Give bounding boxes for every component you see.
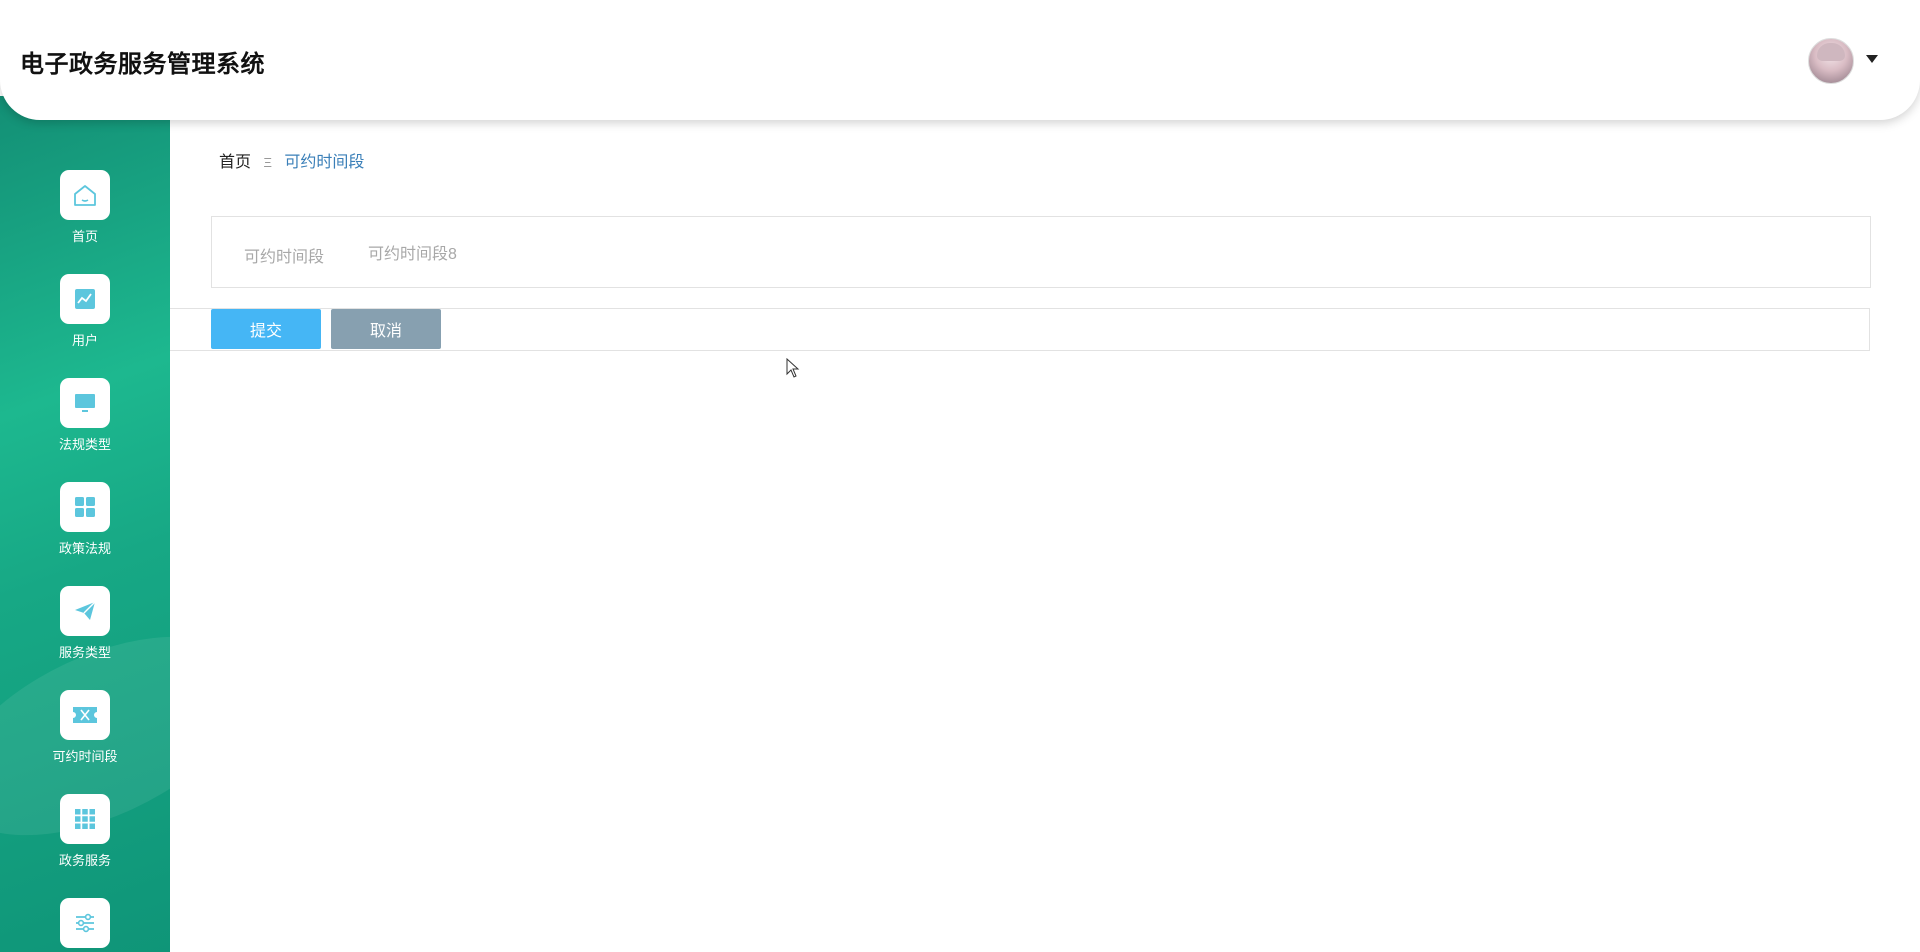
- sidebar-item-label: 用户: [71, 333, 98, 348]
- caret-down-icon[interactable]: [1866, 55, 1878, 63]
- sidebar-item-policies[interactable]: 政策法规: [0, 482, 170, 578]
- time-slot-input[interactable]: [364, 233, 972, 271]
- cancel-button[interactable]: 取消: [331, 309, 441, 349]
- home-icon: [60, 170, 110, 220]
- user-avatar[interactable]: [1808, 38, 1854, 84]
- ticket-icon: [60, 690, 110, 740]
- sidebar-item-label: 服务类型: [58, 645, 111, 660]
- sidebar-item-label: 首页: [71, 229, 98, 244]
- sidebar-item-label: 法规类型: [58, 437, 111, 452]
- sidebar-item-regulation-types[interactable]: 法规类型: [0, 378, 170, 474]
- mouse-pointer-icon: [786, 357, 800, 383]
- grid-icon: [60, 482, 110, 532]
- submit-button[interactable]: 提交: [211, 309, 321, 349]
- breadcrumb-current: 可约时间段: [284, 154, 365, 171]
- paper-plane-icon: [60, 586, 110, 636]
- sidebar-item-settings[interactable]: [0, 898, 170, 952]
- apps-grid-icon: [60, 794, 110, 844]
- sidebar-item-label: 政务服务: [58, 853, 111, 868]
- monitor-icon: [60, 378, 110, 428]
- time-slot-form: 可约时间段: [211, 216, 1871, 288]
- form-actions: 提交 取消: [170, 308, 1870, 351]
- sidebar-item-home[interactable]: 首页: [0, 170, 170, 266]
- sidebar-item-gov-services[interactable]: 政务服务: [0, 794, 170, 890]
- app-title: 电子政务服务管理系统: [20, 51, 265, 78]
- time-slot-label: 可约时间段: [244, 249, 325, 266]
- sidebar: 首页 用户 法规类型 政策法规 服务类型 可约时间段 政务服务: [0, 96, 170, 952]
- sidebar-item-time-slots[interactable]: 可约时间段: [0, 690, 170, 786]
- sidebar-item-users[interactable]: 用户: [0, 274, 170, 370]
- sidebar-item-service-types[interactable]: 服务类型: [0, 586, 170, 682]
- sidebar-item-label: 政策法规: [58, 541, 111, 556]
- breadcrumb-home[interactable]: 首页: [219, 154, 251, 171]
- top-header: 电子政务服务管理系统: [0, 0, 1920, 120]
- chart-line-icon: [60, 274, 110, 324]
- breadcrumb-separator: Ξ: [263, 155, 272, 170]
- sidebar-item-label: 可约时间段: [52, 749, 118, 764]
- sliders-icon: [60, 898, 110, 948]
- breadcrumb: 首页 Ξ 可约时间段: [219, 148, 364, 172]
